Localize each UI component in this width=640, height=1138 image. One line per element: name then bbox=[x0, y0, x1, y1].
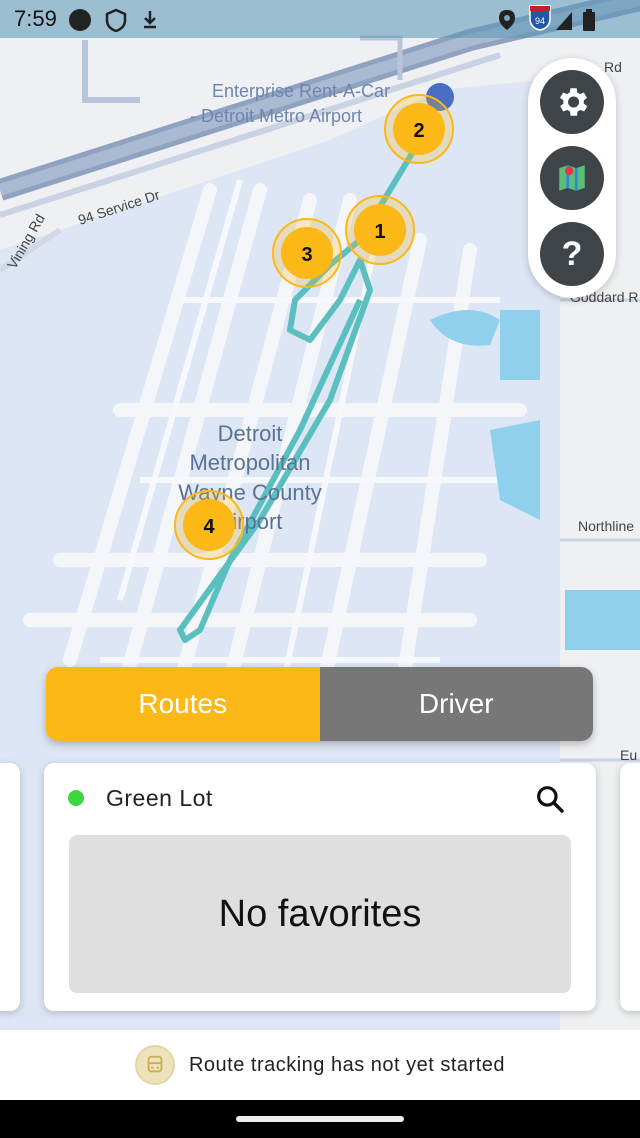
tab-routes[interactable]: Routes bbox=[46, 667, 320, 741]
next-route-card[interactable] bbox=[620, 763, 640, 1011]
gear-icon bbox=[559, 88, 588, 116]
stop-number: 4 bbox=[203, 516, 215, 538]
route-name: Green Lot bbox=[106, 785, 213, 811]
stop-number: 1 bbox=[374, 221, 385, 243]
status-time: 7:59 bbox=[14, 6, 57, 31]
status-bar: 7:59 94 bbox=[0, 0, 640, 38]
tracking-status-bar: Route tracking has not yet started bbox=[0, 1030, 640, 1100]
help-icon: ? bbox=[561, 234, 583, 273]
notification-dot-icon bbox=[69, 9, 91, 31]
battery-icon bbox=[583, 9, 595, 31]
home-gesture-handle[interactable] bbox=[236, 1116, 404, 1122]
stop-number: 2 bbox=[413, 120, 424, 142]
highway-shield-icon: 94 bbox=[529, 5, 551, 31]
route-card: Green Lot No favorites bbox=[44, 763, 596, 1011]
map-label-eu: Eu bbox=[620, 747, 637, 763]
map-layers-button[interactable] bbox=[540, 146, 604, 210]
route-stop-2[interactable]: 2 bbox=[384, 94, 454, 164]
location-icon bbox=[499, 10, 515, 30]
route-stop-3[interactable]: 3 bbox=[272, 218, 342, 288]
map-icon bbox=[559, 165, 585, 191]
signal-icon bbox=[556, 12, 572, 30]
stop-number: 3 bbox=[301, 244, 312, 266]
mode-toggle: Routes Driver bbox=[46, 667, 593, 741]
favorites-area: No favorites bbox=[69, 835, 571, 993]
highway-shield-number: 94 bbox=[535, 16, 545, 26]
shield-icon bbox=[105, 8, 127, 32]
tracking-status-text: Route tracking has not yet started bbox=[188, 1053, 506, 1076]
map-label-enterprise-1: Enterprise Rent-A-Car bbox=[212, 81, 390, 101]
favorites-empty-text: No favorites bbox=[218, 892, 422, 935]
download-icon bbox=[144, 11, 156, 29]
map-controls-panel: ? bbox=[528, 58, 616, 298]
tab-driver[interactable]: Driver bbox=[319, 667, 593, 741]
route-status-dot bbox=[68, 790, 84, 806]
previous-route-card[interactable] bbox=[0, 763, 20, 1011]
search-icon[interactable] bbox=[534, 783, 566, 815]
help-button[interactable]: ? bbox=[540, 222, 604, 286]
map-label-enterprise-2: - Detroit Metro Airport bbox=[190, 106, 362, 126]
map-label-northline: Northline bbox=[578, 518, 634, 534]
map-label-rd: Rd bbox=[604, 59, 622, 75]
map-label-airport-2: Metropolitan bbox=[189, 450, 310, 475]
route-stop-4[interactable]: 4 bbox=[174, 490, 244, 560]
settings-button[interactable] bbox=[540, 70, 604, 134]
map-label-airport-1: Detroit bbox=[218, 421, 283, 446]
system-nav-bar bbox=[0, 1100, 640, 1138]
bus-icon bbox=[134, 1045, 175, 1085]
route-stop-1[interactable]: 1 bbox=[345, 195, 415, 265]
